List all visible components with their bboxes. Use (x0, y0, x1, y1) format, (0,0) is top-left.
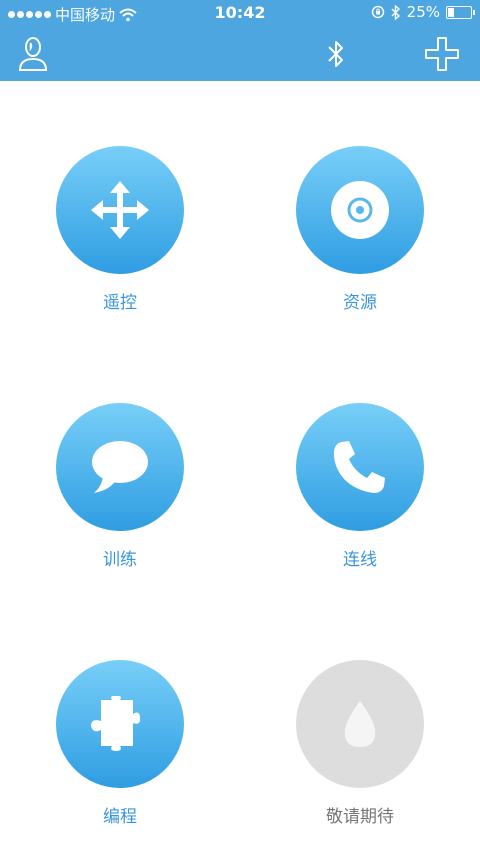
phone-icon (333, 441, 385, 493)
tile-connect[interactable]: 连线 (270, 403, 450, 570)
battery-icon (446, 5, 475, 19)
tile-label-connect: 连线 (343, 550, 377, 570)
tile-label-training: 训练 (103, 550, 137, 570)
tile-coming-soon: 敬请期待 (270, 660, 450, 827)
tile-programming[interactable]: 编程 (30, 660, 210, 827)
tile-label-resources: 资源 (343, 293, 377, 313)
tile-label-programming: 编程 (103, 807, 137, 827)
status-bar: 中国移动 10:42 25% (0, 0, 480, 27)
battery-percent: 25% (406, 3, 440, 21)
programming-circle[interactable] (56, 660, 184, 788)
remote-control-circle[interactable] (56, 146, 184, 274)
tile-training[interactable]: 训练 (30, 403, 210, 570)
tile-resources[interactable]: 资源 (270, 146, 450, 313)
status-right: 25% (371, 3, 475, 21)
orientation-lock-icon (371, 5, 384, 19)
disc-icon (331, 181, 389, 239)
tile-label-coming-soon: 敬请期待 (326, 807, 394, 827)
plus-icon[interactable] (424, 36, 460, 72)
battery-fill (448, 7, 454, 17)
move-arrows-icon (91, 181, 149, 239)
speech-bubble-icon (92, 441, 148, 493)
bluetooth-icon (391, 4, 400, 20)
coming-soon-circle (296, 660, 424, 788)
resources-circle[interactable] (296, 146, 424, 274)
user-icon[interactable] (18, 36, 48, 72)
water-drop-icon (344, 701, 376, 747)
bluetooth-button-icon[interactable] (326, 38, 346, 70)
connect-circle[interactable] (296, 403, 424, 531)
top-bar: 中国移动 10:42 25% (0, 0, 480, 81)
puzzle-icon (91, 696, 141, 751)
tile-remote-control[interactable]: 遥控 (30, 146, 210, 313)
training-circle[interactable] (56, 403, 184, 531)
tile-label-remote-control: 遥控 (103, 293, 137, 313)
